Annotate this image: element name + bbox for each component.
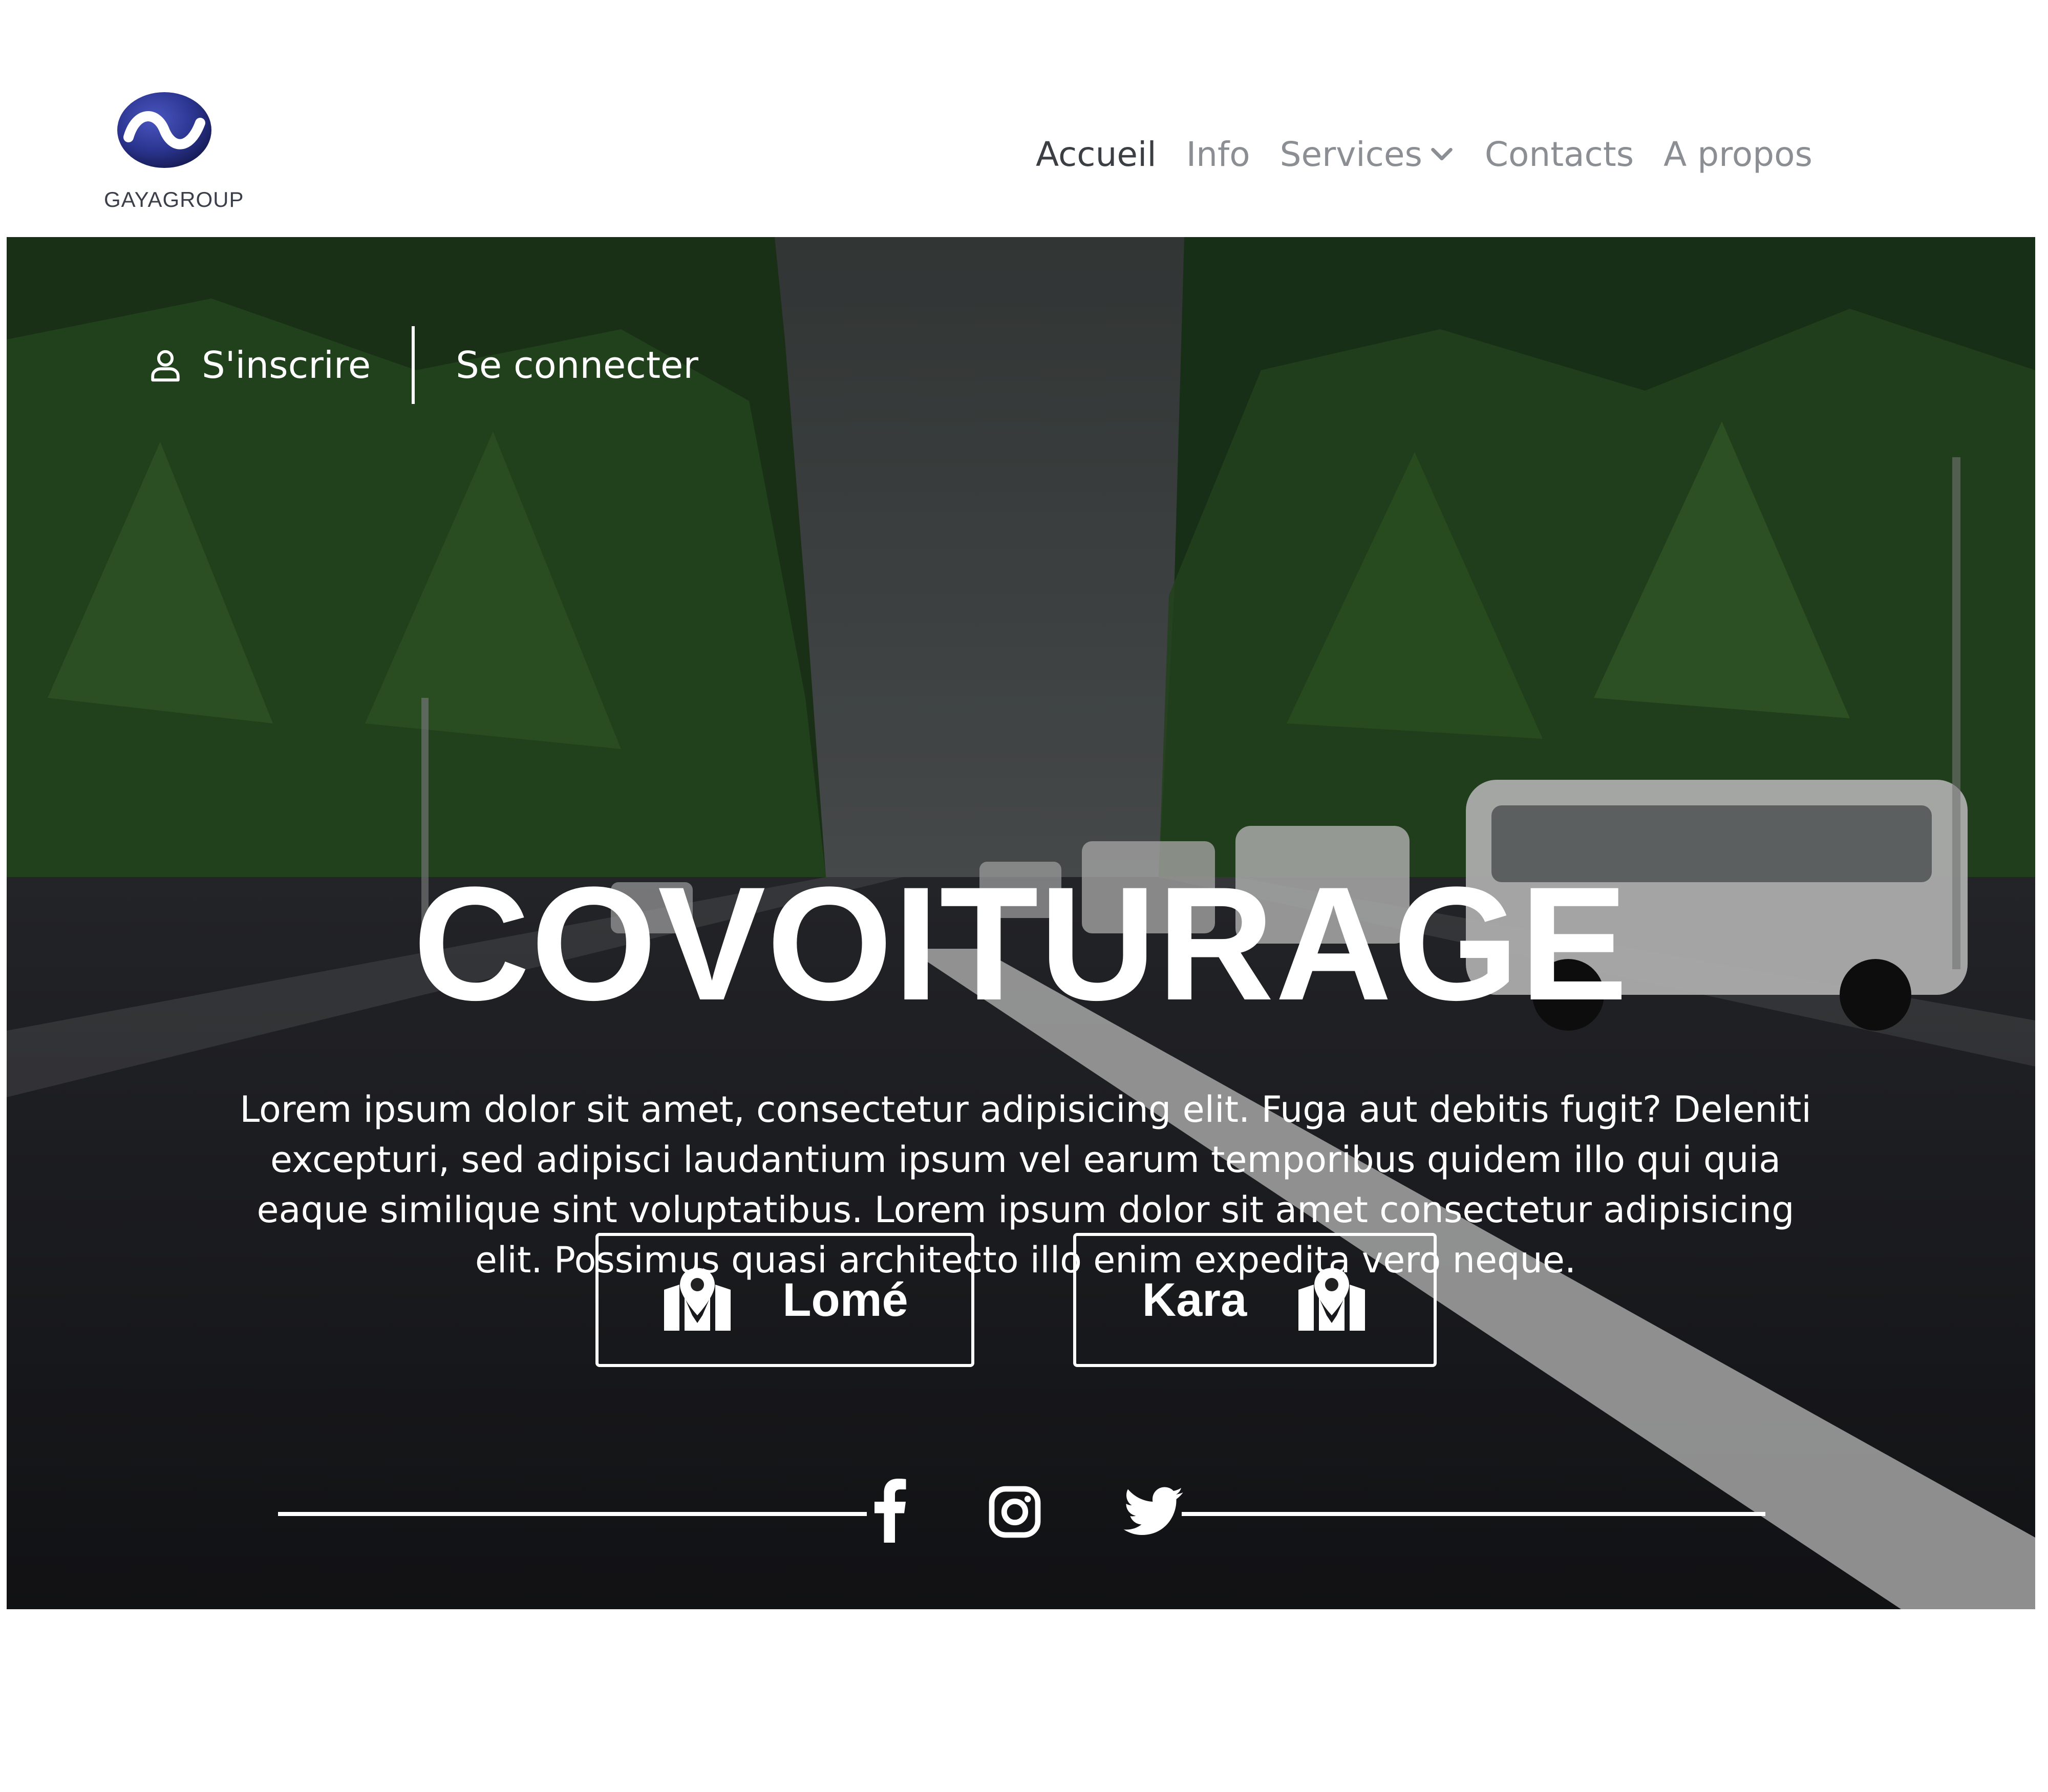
instagram-icon[interactable] bbox=[987, 1484, 1042, 1540]
kara-button[interactable]: Kara bbox=[1073, 1233, 1437, 1367]
map-marker-icon bbox=[664, 1268, 731, 1331]
user-icon bbox=[151, 350, 180, 382]
auth-links: S'inscrire Se connecter bbox=[147, 324, 698, 406]
divider-line bbox=[1182, 1512, 1765, 1516]
divider-line bbox=[278, 1512, 867, 1516]
login-link[interactable]: Se connecter bbox=[456, 344, 698, 387]
navbar: GAYAGROUP Accueil Info Services Contacts… bbox=[7, 80, 2035, 237]
nav-item-info[interactable]: Info bbox=[1186, 135, 1250, 174]
brand-name: GAYAGROUP bbox=[104, 187, 244, 211]
nav-item-accueil[interactable]: Accueil bbox=[1036, 135, 1157, 174]
page: GAYAGROUP Accueil Info Services Contacts… bbox=[7, 80, 2035, 1792]
nav-label: Contacts bbox=[1484, 134, 1634, 174]
hero-section: S'inscrire Se connecter COVOITURAGE Lore… bbox=[7, 237, 2035, 1609]
register-link[interactable]: S'inscrire bbox=[147, 344, 371, 387]
register-label: S'inscrire bbox=[202, 344, 371, 387]
hero-description: Lorem ipsum dolor sit amet, consectetur … bbox=[240, 1089, 1811, 1281]
lome-label: Lomé bbox=[782, 1273, 908, 1326]
chevron-down-icon bbox=[1431, 147, 1453, 161]
main-nav: Accueil Info Services Contacts A propos bbox=[1036, 131, 1812, 177]
nav-label: Accueil bbox=[1036, 134, 1157, 174]
nav-label: Services bbox=[1279, 134, 1422, 174]
social-links bbox=[278, 1471, 1765, 1548]
nav-item-a-propos[interactable]: A propos bbox=[1663, 135, 1812, 174]
map-marker-icon bbox=[1298, 1268, 1366, 1331]
logo-icon bbox=[117, 92, 211, 171]
hero-title: COVOITURAGE bbox=[413, 853, 1629, 1034]
auth-divider bbox=[412, 326, 415, 404]
lome-button[interactable]: Lomé bbox=[595, 1233, 974, 1367]
nav-label: Info bbox=[1186, 134, 1250, 174]
twitter-icon[interactable] bbox=[1123, 1486, 1184, 1538]
brand-logo[interactable]: GAYAGROUP bbox=[104, 90, 268, 218]
kara-label: Kara bbox=[1142, 1273, 1247, 1326]
facebook-icon[interactable] bbox=[872, 1476, 908, 1543]
login-label: Se connecter bbox=[456, 344, 698, 387]
nav-item-contacts[interactable]: Contacts bbox=[1485, 135, 1634, 174]
nav-item-services[interactable]: Services bbox=[1280, 135, 1455, 174]
nav-label: A propos bbox=[1663, 134, 1812, 174]
